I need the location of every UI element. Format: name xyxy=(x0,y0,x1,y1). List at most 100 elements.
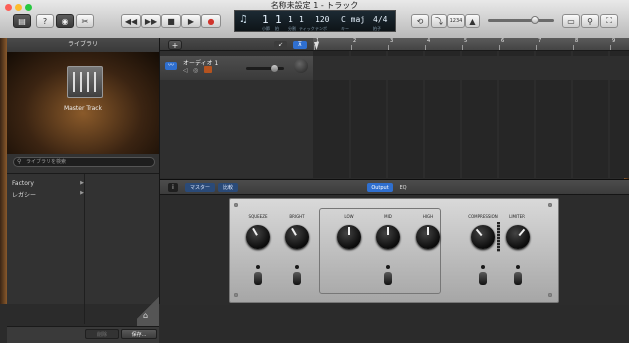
library-category-factory[interactable]: Factory ▶ xyxy=(12,180,84,187)
timeline-ruler[interactable]: 123456789 xyxy=(313,38,629,51)
track-header-toolbar xyxy=(160,38,313,51)
replace-icon: ⤵ xyxy=(435,16,443,26)
bright-led xyxy=(295,265,299,269)
record-enable-icon[interactable] xyxy=(204,66,212,73)
loop-icon: ⚲ xyxy=(587,16,593,26)
compression-toggle[interactable] xyxy=(479,272,487,285)
search-icon: ⚲ xyxy=(17,158,22,165)
track-volume-slider[interactable] xyxy=(246,65,284,72)
ruler-tick xyxy=(314,45,315,50)
lcd-display[interactable]: ♫ 1 1 1 1 120 C maj 4/4 小節 拍 分割 ティック テンポ… xyxy=(234,10,396,32)
category-label: レガシー xyxy=(12,192,37,199)
squeeze-knob[interactable] xyxy=(246,225,270,249)
bright-knob[interactable] xyxy=(285,225,309,249)
library-column-divider xyxy=(84,174,85,324)
rewind-button[interactable]: ◀◀ xyxy=(121,14,141,28)
compare-button[interactable]: 比較 xyxy=(218,183,238,192)
tray-icon: ⌂ xyxy=(143,311,149,320)
lcd-label-bar: 小節 xyxy=(262,26,270,31)
compression-knob[interactable] xyxy=(471,225,495,249)
mid-knob[interactable] xyxy=(376,225,400,249)
squeeze-toggle[interactable] xyxy=(254,272,262,285)
record-button[interactable]: ● xyxy=(201,14,221,28)
catch-button[interactable]: ↙ xyxy=(274,41,287,49)
lcd-bar: 1 xyxy=(262,13,269,26)
play-button[interactable]: ▶ xyxy=(181,14,201,28)
editors-button[interactable]: ✂ xyxy=(76,14,94,28)
rewind-icon: ◀◀ xyxy=(124,16,138,26)
track-volume-handle[interactable] xyxy=(271,65,278,72)
fast-forward-button[interactable]: ▶▶ xyxy=(141,14,161,28)
library-icon: ▤ xyxy=(18,16,26,26)
lcd-label-division: 分割 xyxy=(288,26,296,31)
ruler-bar-number: 2 xyxy=(353,38,357,44)
delete-button[interactable]: 削除 xyxy=(85,329,119,339)
library-search-input[interactable]: ⚲ ライブラリを検索 xyxy=(13,157,155,167)
ruler-tick xyxy=(610,45,611,50)
library-search-placeholder: ライブラリを検索 xyxy=(26,159,67,165)
ruler-tick xyxy=(425,45,426,50)
limiter-knob[interactable] xyxy=(506,225,530,249)
master-volume-slider[interactable] xyxy=(488,16,554,24)
track-name[interactable]: オーディオ 1 xyxy=(183,58,218,67)
master-volume-handle[interactable] xyxy=(531,16,539,24)
knob-label-mid: MID xyxy=(384,214,392,219)
low-knob[interactable] xyxy=(337,225,361,249)
bright-toggle[interactable] xyxy=(293,272,301,285)
gain-reduction-meter xyxy=(497,222,500,252)
track-pan-knob[interactable] xyxy=(294,59,308,73)
tab-output[interactable]: Output xyxy=(367,183,393,192)
track-row[interactable]: 〰 オーディオ 1 ◁ ◎ xyxy=(160,56,313,80)
tab-master[interactable]: マスター xyxy=(185,183,215,192)
mixer-icon xyxy=(67,66,103,98)
stop-icon: ■ xyxy=(167,16,175,26)
track-header-area: + ↙ ⊼ 〰 オーディオ 1 ◁ ◎ xyxy=(160,38,314,178)
smart-controls-toolbar: i マスター 比較 Output EQ xyxy=(160,180,629,195)
replace-button[interactable]: ⤵ xyxy=(431,14,447,28)
notepad-icon: ▭ xyxy=(567,16,575,26)
info-button[interactable]: i xyxy=(168,183,178,192)
media-browser-button[interactable]: ⛶ xyxy=(600,14,618,28)
limiter-toggle[interactable] xyxy=(514,272,522,285)
ruler-bar-number: 5 xyxy=(464,38,468,44)
ruler-bar-number: 7 xyxy=(538,38,542,44)
ruler-bar-number: 9 xyxy=(612,38,616,44)
tuner-icon[interactable]: ♫ xyxy=(239,14,248,25)
library-preset-image: Master Track xyxy=(7,52,159,154)
lcd-key: C maj xyxy=(341,15,366,24)
filter-button[interactable]: ⊼ xyxy=(293,41,307,49)
lcd-label-beat: 拍 xyxy=(275,26,279,31)
ruler-tick xyxy=(573,45,574,50)
smart-controls-button[interactable]: ◉ xyxy=(56,14,74,28)
library-divider xyxy=(7,173,159,174)
knob-label-high: HIGH xyxy=(422,214,434,219)
tab-eq[interactable]: EQ xyxy=(395,183,411,192)
scissors-icon: ✂ xyxy=(81,16,89,26)
lcd-tempo: 120 xyxy=(315,15,330,24)
mute-icon[interactable]: ◁ xyxy=(183,67,188,74)
loop-browser-button[interactable]: ⚲ xyxy=(581,14,599,28)
knob-icon: ◉ xyxy=(61,16,69,26)
chevron-right-icon: ▶ xyxy=(80,190,84,196)
count-in-button[interactable]: 1234 xyxy=(447,14,465,28)
lcd-label-signature: 拍子 xyxy=(373,26,381,31)
add-track-button[interactable]: + xyxy=(168,40,182,50)
save-button[interactable]: 保存... xyxy=(121,329,157,339)
master-effects-plate: SQUEEZE BRIGHT LOW MID HIGH COMPRESSION … xyxy=(229,198,559,303)
metronome-button[interactable]: ▲ xyxy=(465,14,480,28)
library-toggle-button[interactable]: ▤ xyxy=(13,14,31,28)
lcd-label-key: キー xyxy=(341,26,349,31)
play-icon: ▶ xyxy=(187,16,195,26)
cycle-button[interactable]: ⟲ xyxy=(411,14,429,28)
help-button[interactable]: ? xyxy=(36,14,54,28)
stop-button[interactable]: ■ xyxy=(161,14,181,28)
ruler-tick xyxy=(462,45,463,50)
library-category-legacy[interactable]: レガシー ▶ xyxy=(12,190,84,199)
ruler-tick xyxy=(499,45,500,50)
high-knob[interactable] xyxy=(416,225,440,249)
eq-toggle[interactable] xyxy=(384,272,392,285)
library-title: ライブラリ xyxy=(7,38,159,53)
headphones-icon[interactable]: ◎ xyxy=(193,67,198,74)
arrange-area[interactable] xyxy=(313,38,629,178)
notepad-button[interactable]: ▭ xyxy=(562,14,580,28)
